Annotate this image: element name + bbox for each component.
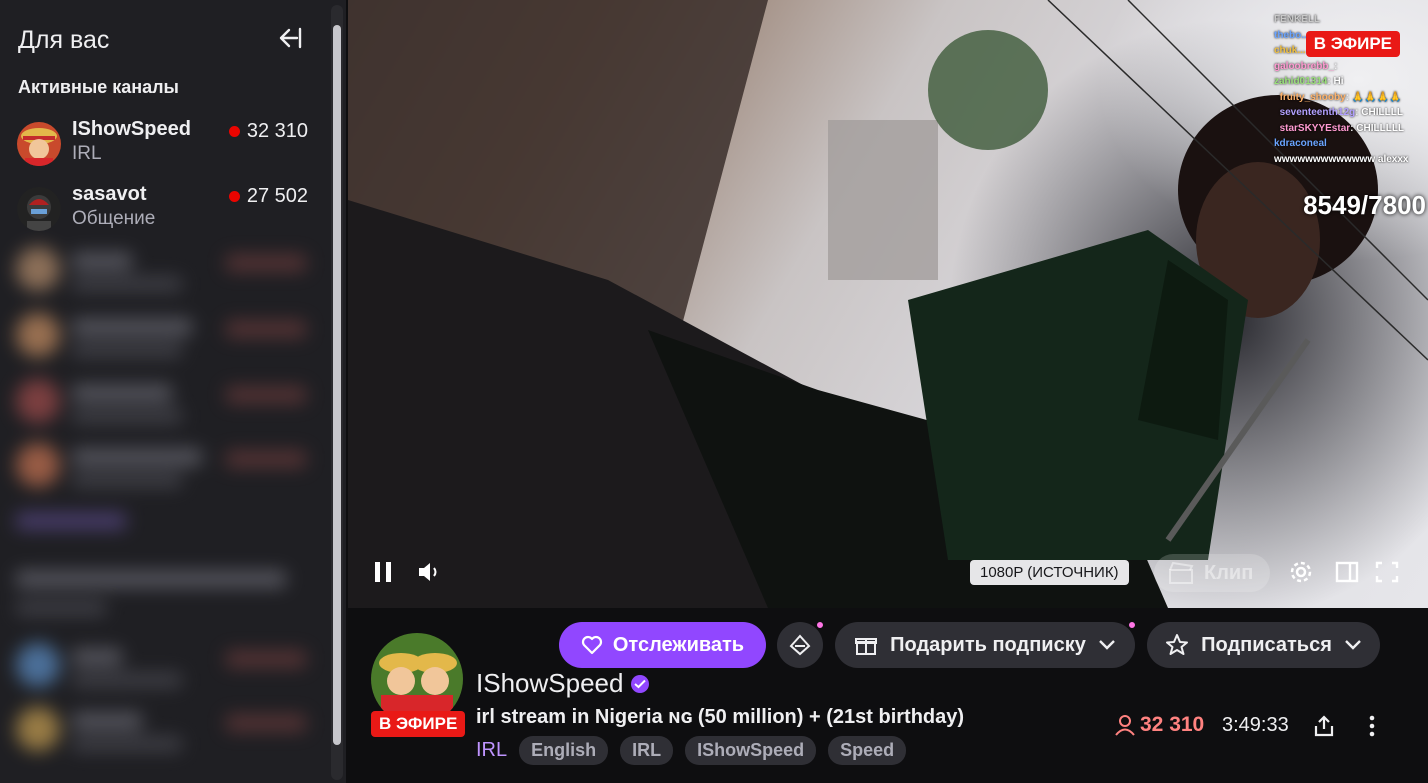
tag[interactable]: Speed [828, 736, 907, 765]
video-frame-image [348, 0, 1428, 608]
channel-name: IShowSpeed [72, 118, 191, 140]
avatar [17, 122, 61, 166]
chat-line: wwwwwwwwwwwww alexxx [1274, 153, 1409, 165]
more-options-button[interactable] [1354, 708, 1390, 744]
live-dot-icon [228, 126, 240, 137]
chat-line: fruity_shooby: 🙏🙏🙏🙏 [1279, 91, 1402, 103]
stream-info: В ЭФИРЕ Отслеживать Подарить подписку По… [348, 608, 1428, 783]
tag[interactable]: IRL [620, 736, 674, 765]
channel-category: IRL [72, 143, 102, 164]
active-channels-title: Активные каналы [18, 77, 179, 97]
viewer-count: 32 310 [1114, 713, 1204, 737]
goal-counter: 8549/7800 [1303, 190, 1426, 220]
stream-uptime: 3:49:33 [1222, 714, 1289, 736]
follow-label: Отслеживать [612, 633, 745, 656]
gift-label: Подарить подписку [890, 633, 1086, 656]
avatar [17, 187, 61, 231]
chevron-down-icon [1345, 640, 1361, 650]
channel-viewers: 32 310 [228, 120, 308, 143]
share-button[interactable] [1306, 708, 1342, 744]
sidebar-header: Для вас [18, 26, 110, 54]
sidebar-item-ishowspeed[interactable]: IShowSpeed IRL 32 310 [0, 114, 320, 170]
tags-row: IRL English IRL IShowSpeed Speed [476, 736, 907, 765]
chat-line: seventeenth12g: CHILLLL [1279, 107, 1403, 118]
theatre-icon [1335, 561, 1359, 583]
category-link[interactable]: IRL [476, 739, 507, 762]
sidebar: Для вас Активные каналы IShowSpeed IRL 3… [0, 0, 346, 783]
clip-button[interactable]: Клип [1154, 554, 1270, 592]
chevron-down-icon [1098, 640, 1115, 650]
theatre-mode-button[interactable] [1330, 550, 1364, 594]
fullscreen-button[interactable] [1370, 550, 1404, 594]
clip-label: Клип [1204, 561, 1254, 584]
viewer-count: 32 310 [246, 120, 308, 142]
verified-icon [631, 674, 650, 693]
channel-viewers: 27 502 [228, 185, 308, 208]
chat-line: zahid01314: Hi [1274, 76, 1344, 87]
fullscreen-icon [1375, 561, 1399, 583]
chat-line: starSKYYEstar: CHILLLLL [1279, 122, 1405, 134]
quality-badge[interactable]: 1080P (ИСТОЧНИК) [970, 560, 1129, 585]
follow-button[interactable]: Отслеживать [559, 622, 766, 668]
tag[interactable]: IShowSpeed [685, 736, 817, 765]
vertical-dots-icon [1369, 715, 1375, 737]
player-controls: 1080P (ИСТОЧНИК) Клип [348, 538, 1428, 608]
gift-sub-button[interactable]: Подарить подписку [835, 622, 1135, 668]
video-player[interactable]: FENKELL thebo... chuk... galoobrebb_: za… [348, 0, 1428, 608]
tag[interactable]: English [519, 736, 609, 765]
diamond-icon [789, 634, 811, 656]
live-badge: В ЭФИРЕ [371, 711, 466, 737]
notification-dot [1127, 620, 1137, 630]
overlay-live-badge: В ЭФИРЕ [1305, 31, 1400, 57]
person-icon [1115, 715, 1135, 736]
pause-button[interactable] [366, 550, 400, 594]
notification-dot [815, 620, 825, 630]
chat-line: galoobrebb_: [1274, 60, 1338, 72]
viewer-count: 27 502 [246, 185, 308, 207]
chat-line: kdraconeal [1274, 138, 1327, 149]
collapse-sidebar-button[interactable] [276, 24, 304, 52]
collapse-arrow-icon [279, 27, 302, 49]
settings-button[interactable] [1284, 550, 1318, 594]
volume-button[interactable] [412, 550, 446, 594]
pause-icon [375, 562, 391, 582]
chat-line: FENKELL [1274, 14, 1321, 25]
subscribe-label: Подписаться [1201, 633, 1332, 656]
channel-name: sasavot [72, 183, 147, 205]
channel-category: Общение [72, 208, 156, 229]
blurred-channel-list [0, 235, 330, 783]
gear-icon [1290, 561, 1312, 583]
streamer-name[interactable]: IShowSpeed [476, 668, 650, 699]
gift-icon [855, 638, 878, 655]
sidebar-scroll-thumb[interactable] [333, 25, 341, 745]
star-icon [1166, 634, 1189, 655]
viewer-count-text: 32 310 [1140, 713, 1205, 736]
sidebar-item-sasavot[interactable]: sasavot Общение 27 502 [0, 179, 320, 235]
share-icon [1314, 715, 1334, 737]
heart-icon [581, 635, 602, 655]
clapper-icon [1169, 561, 1194, 584]
stream-title: irl stream in Nigeria ɴɢ (50 million) + … [476, 706, 965, 728]
volume-icon [419, 563, 437, 581]
live-dot-icon [228, 191, 240, 202]
streamer-name-text: IShowSpeed [476, 668, 624, 698]
subscribe-button[interactable]: Подписаться [1147, 622, 1380, 668]
